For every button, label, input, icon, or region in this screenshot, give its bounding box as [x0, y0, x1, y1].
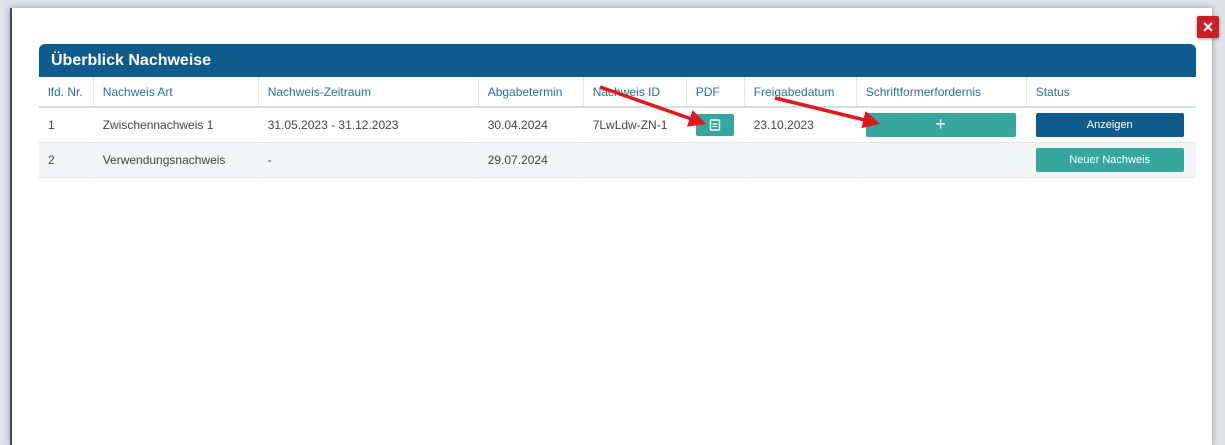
pdf-file-icon: [709, 119, 720, 131]
col-header-nachweis-id[interactable]: Nachweis ID: [583, 77, 687, 108]
anzeigen-button[interactable]: Anzeigen: [1035, 112, 1184, 137]
nachweise-table: lfd. Nr. Nachweis Art Nachweis-Zeitraum …: [39, 77, 1196, 178]
cell-zeitraum: 31.05.2023 - 31.12.2023: [267, 117, 399, 132]
close-button[interactable]: ×: [1197, 16, 1219, 38]
cell-nachweis-id: 7LwLdw-ZN-1: [592, 117, 668, 132]
cell-status: Anzeigen: [1026, 107, 1195, 142]
cell-nachweis-id: [583, 142, 686, 177]
cell-zeitraum: -: [267, 152, 272, 167]
col-header-zeitraum[interactable]: Nachweis-Zeitraum: [258, 77, 479, 108]
nachweise-panel: Überblick Nachweise lfd. Nr. Nachweis Ar…: [39, 44, 1196, 178]
cell-schriftform: [856, 142, 1026, 177]
cell-art: Zwischennachweis 1: [102, 117, 214, 132]
table-row: 1 Zwischennachweis 1 31.05.2023 - 31.12.…: [39, 107, 1196, 142]
col-header-pdf[interactable]: PDF: [686, 77, 745, 108]
panel-title: Überblick Nachweise: [39, 44, 1196, 77]
cell-schriftform: +: [856, 107, 1026, 142]
cell-art: Verwendungsnachweis: [102, 152, 226, 167]
col-header-abgabetermin[interactable]: Abgabetermin: [478, 77, 584, 108]
col-header-status[interactable]: Status: [1026, 77, 1196, 108]
cell-nr: 1: [48, 117, 55, 132]
neuer-nachweis-button[interactable]: Neuer Nachweis: [1035, 147, 1184, 172]
cell-pdf: [686, 107, 744, 142]
cell-pdf: [686, 142, 744, 177]
table-header-row: lfd. Nr. Nachweis Art Nachweis-Zeitraum …: [39, 77, 1196, 108]
col-header-nr[interactable]: lfd. Nr.: [39, 77, 94, 108]
close-icon: ×: [1202, 16, 1214, 37]
col-header-freigabedatum[interactable]: Freigabedatum: [744, 77, 857, 108]
plus-icon: +: [935, 114, 946, 135]
col-header-art[interactable]: Nachweis Art: [93, 77, 259, 108]
col-header-schriftform[interactable]: Schriftformerfordernis: [856, 77, 1027, 108]
cell-status: Neuer Nachweis: [1026, 142, 1195, 177]
pdf-download-button[interactable]: [695, 113, 734, 136]
cell-abgabetermin: 29.07.2024: [487, 152, 548, 167]
cell-freigabedatum: 23.10.2023: [753, 117, 814, 132]
cell-freigabedatum: [744, 142, 856, 177]
table-row: 2 Verwendungsnachweis - 29.07.2024 Neuer…: [39, 142, 1196, 177]
cell-abgabetermin: 30.04.2024: [487, 117, 548, 132]
add-schriftform-button[interactable]: +: [865, 112, 1016, 137]
cell-nr: 2: [48, 152, 55, 167]
